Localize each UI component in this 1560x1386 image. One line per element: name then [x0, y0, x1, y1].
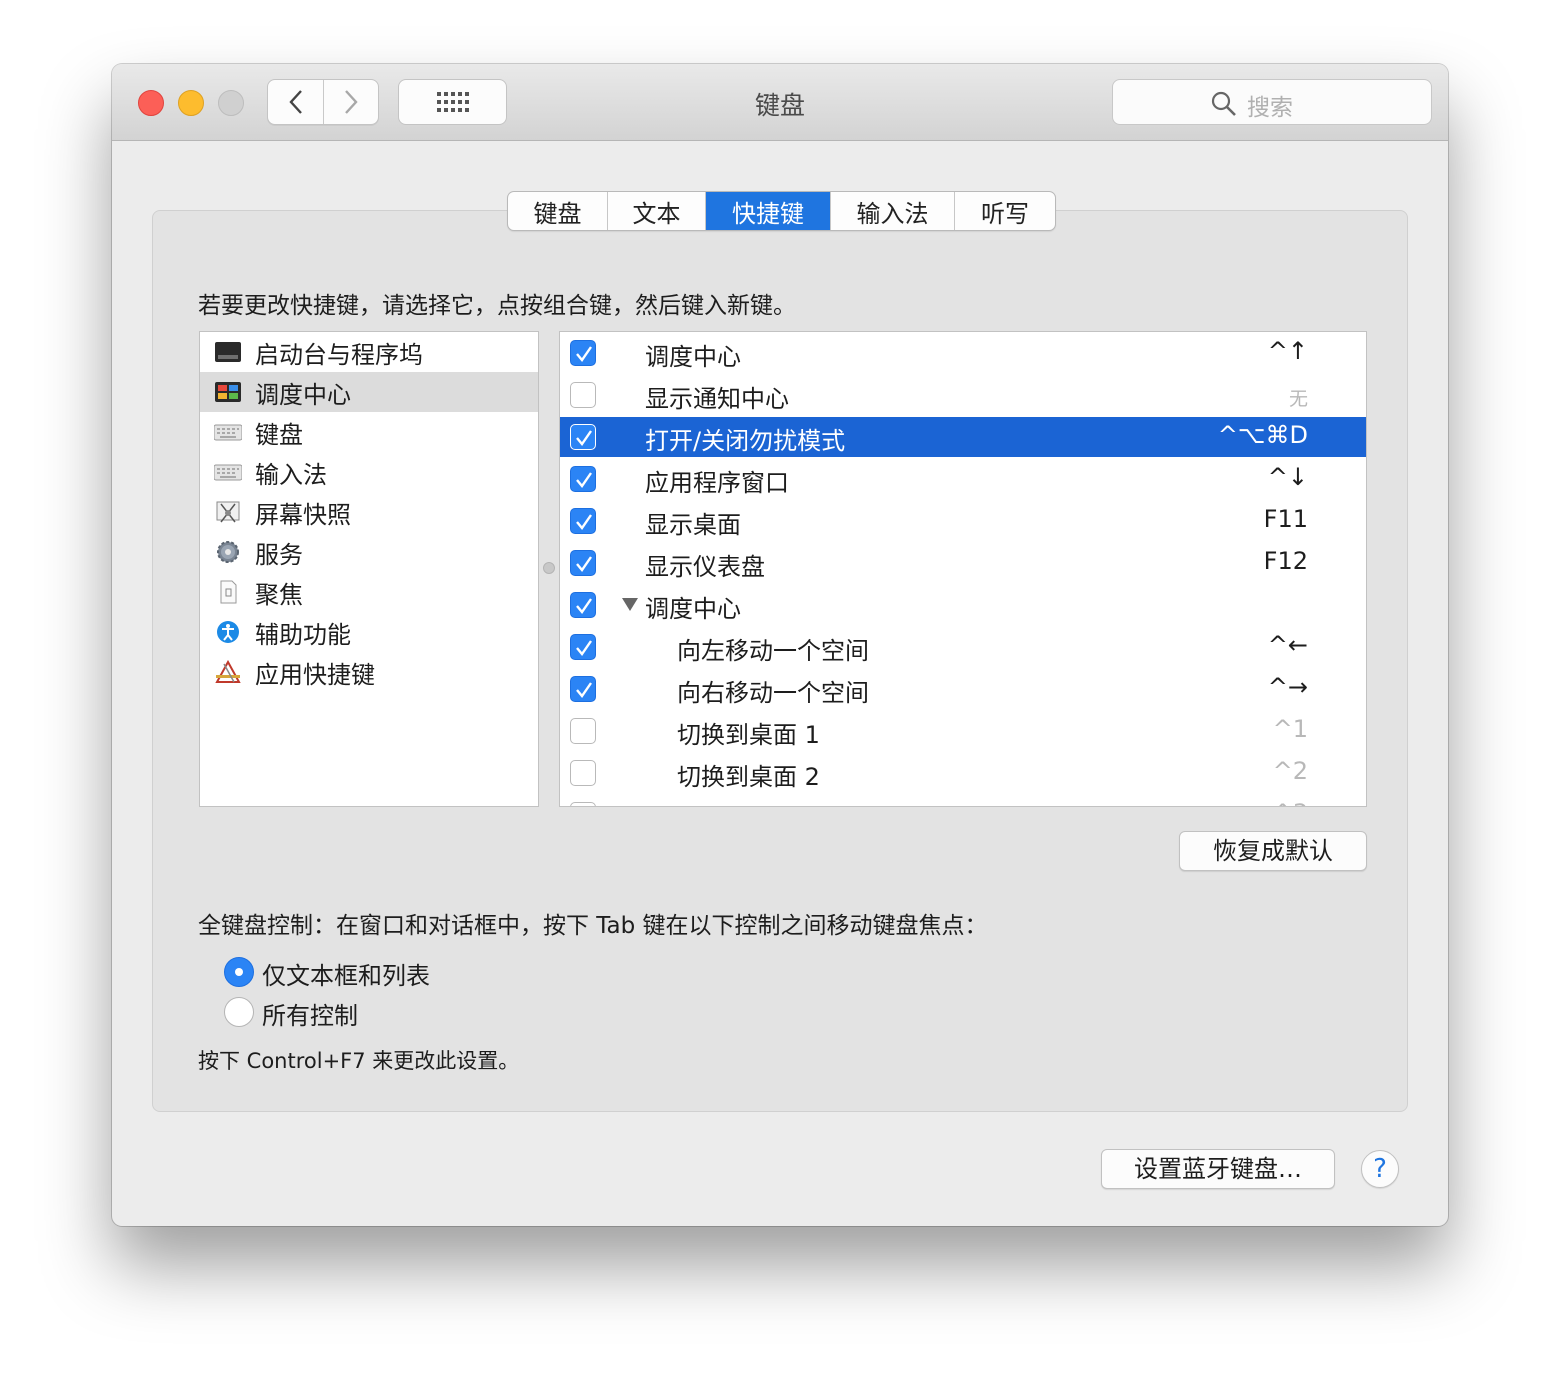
radio-button[interactable] [224, 957, 254, 987]
spotlight-icon [220, 580, 237, 604]
shortcut-key[interactable]: ^3 [1273, 799, 1308, 806]
gear-icon [217, 541, 239, 563]
shortcut-key[interactable]: 无 [1289, 384, 1308, 411]
shortcut-group-row[interactable]: 调度中心 [560, 585, 1366, 625]
tab-bar: 键盘 文本 快捷键 输入法 听写 [507, 191, 1056, 231]
shortcut-label: 切换到桌面 1 [677, 721, 820, 749]
shortcut-key[interactable]: ^1 [1273, 715, 1308, 743]
restore-defaults-button[interactable]: 恢复成默认 [1179, 831, 1367, 871]
shortcut-checkbox[interactable] [570, 340, 596, 366]
shortcut-key[interactable]: F11 [1264, 505, 1308, 533]
tab-input-sources[interactable]: 输入法 [831, 192, 955, 230]
category-services[interactable]: 服务 [200, 532, 538, 572]
shortcut-checkbox[interactable] [570, 718, 596, 744]
shortcut-list: 调度中心 ^↑ 显示通知中心 无 打开/关闭勿扰模式 ^⌥⌘D 应用程序窗口 ^… [559, 331, 1367, 807]
category-spotlight[interactable]: 聚焦 [200, 572, 538, 612]
shortcut-checkbox[interactable] [570, 424, 596, 450]
checkmark-icon [576, 682, 592, 698]
checkmark-icon [576, 556, 592, 572]
split-view-handle[interactable] [543, 562, 555, 574]
checkmark-icon [576, 514, 592, 530]
radio-button[interactable] [224, 997, 254, 1027]
keyboard-icon [214, 464, 242, 481]
shortcut-checkbox[interactable] [570, 634, 596, 660]
shortcut-key[interactable]: ^⌥⌘D [1218, 421, 1308, 449]
checkmark-icon [576, 430, 592, 446]
help-button[interactable]: ? [1361, 1150, 1399, 1188]
control-f7-hint: 按下 Control+F7 来更改此设置。 [198, 1049, 520, 1073]
shortcut-row[interactable]: 切换到桌面 1 ^1 [560, 711, 1366, 751]
shortcut-row-selected[interactable]: 打开/关闭勿扰模式 ^⌥⌘D [560, 417, 1366, 457]
mission-control-icon [215, 382, 241, 402]
shortcut-row[interactable]: 显示通知中心 无 [560, 375, 1366, 415]
tab-shortcuts[interactable]: 快捷键 [706, 192, 831, 230]
accessibility-icon [217, 621, 239, 643]
shortcut-checkbox[interactable] [570, 466, 596, 492]
shortcut-label: 应用程序窗口 [645, 469, 789, 497]
shortcut-label: 切换到桌面 3 [677, 799, 820, 806]
launchpad-dock-icon [215, 342, 241, 362]
app-shortcuts-icon [215, 660, 241, 683]
checkmark-icon [576, 472, 592, 488]
instruction-text: 若要更改快捷键，请选择它，点按组合键，然后键入新键。 [198, 293, 796, 319]
shortcut-checkbox[interactable] [570, 592, 596, 618]
shortcut-label: 显示桌面 [645, 511, 741, 539]
checkmark-icon [576, 598, 592, 614]
shortcut-label: 显示通知中心 [645, 385, 789, 413]
shortcut-checkbox[interactable] [570, 676, 596, 702]
shortcut-label: 向右移动一个空间 [677, 679, 869, 707]
disclosure-triangle-icon[interactable] [622, 598, 638, 611]
shortcut-key[interactable]: ^2 [1273, 757, 1308, 785]
shortcut-label: 显示仪表盘 [645, 553, 765, 581]
shortcut-checkbox[interactable] [570, 550, 596, 576]
shortcut-row[interactable]: 切换到桌面 3 ^3 [560, 795, 1366, 806]
shortcut-row[interactable]: 显示仪表盘 F12 [560, 543, 1366, 583]
shortcut-row[interactable]: 向右移动一个空间 ^→ [560, 669, 1366, 709]
shortcut-key[interactable]: F12 [1264, 547, 1308, 575]
shortcut-label: 切换到桌面 2 [677, 763, 820, 791]
shortcut-label: 向左移动一个空间 [677, 637, 869, 665]
shortcut-row[interactable]: 显示桌面 F11 [560, 501, 1366, 541]
shortcut-label: 打开/关闭勿扰模式 [645, 427, 846, 455]
shortcut-label: 调度中心 [645, 595, 741, 623]
screenshot-icon [216, 501, 240, 523]
search-placeholder: 搜索 [1247, 95, 1293, 121]
search-field[interactable]: 搜索 [1112, 79, 1432, 125]
category-mission-control[interactable]: 调度中心 [200, 372, 538, 412]
setup-bluetooth-keyboard-button[interactable]: 设置蓝牙键盘… [1101, 1149, 1335, 1189]
shortcut-label: 调度中心 [645, 343, 741, 371]
shortcut-key[interactable]: ^↓ [1268, 463, 1308, 491]
radio-label: 所有控制 [262, 1002, 358, 1030]
category-accessibility[interactable]: 辅助功能 [200, 612, 538, 652]
title-bar: 键盘 搜索 [112, 64, 1448, 141]
shortcut-checkbox[interactable] [570, 382, 596, 408]
shortcut-row[interactable]: 向左移动一个空间 ^← [560, 627, 1366, 667]
category-list: 启动台与程序坞 调度中心 键盘 输入法 屏幕快照 服务 聚焦 辅助功能 应用快捷… [199, 331, 539, 807]
tab-keyboard[interactable]: 键盘 [508, 192, 608, 230]
shortcut-row[interactable]: 调度中心 ^↑ [560, 333, 1366, 373]
category-app-shortcuts[interactable]: 应用快捷键 [200, 652, 538, 692]
checkmark-icon [576, 640, 592, 656]
shortcut-checkbox[interactable] [570, 802, 596, 806]
radio-label: 仅文本框和列表 [262, 962, 430, 990]
category-screenshots[interactable]: 屏幕快照 [200, 492, 538, 532]
tab-dictation[interactable]: 听写 [955, 192, 1055, 230]
shortcut-row[interactable]: 切换到桌面 2 ^2 [560, 753, 1366, 793]
shortcut-row[interactable]: 应用程序窗口 ^↓ [560, 459, 1366, 499]
tab-text[interactable]: 文本 [608, 192, 706, 230]
category-input-sources[interactable]: 输入法 [200, 452, 538, 492]
shortcut-key[interactable]: ^↑ [1268, 337, 1308, 365]
shortcut-key[interactable]: ^← [1268, 631, 1308, 659]
preferences-window: 键盘 搜索 键盘 文本 快捷键 输入法 听写 若要更改快捷键，请选择它，点按组合… [112, 64, 1448, 1226]
category-keyboard[interactable]: 键盘 [200, 412, 538, 452]
category-launchpad-dock[interactable]: 启动台与程序坞 [200, 332, 538, 372]
full-keyboard-access-label: 全键盘控制：在窗口和对话框中，按下 Tab 键在以下控制之间移动键盘焦点： [198, 913, 988, 939]
shortcut-key[interactable]: ^→ [1268, 673, 1308, 701]
checkmark-icon [576, 346, 592, 362]
shortcut-checkbox[interactable] [570, 760, 596, 786]
shortcut-checkbox[interactable] [570, 508, 596, 534]
search-icon [1211, 91, 1236, 116]
keyboard-icon [214, 424, 242, 441]
